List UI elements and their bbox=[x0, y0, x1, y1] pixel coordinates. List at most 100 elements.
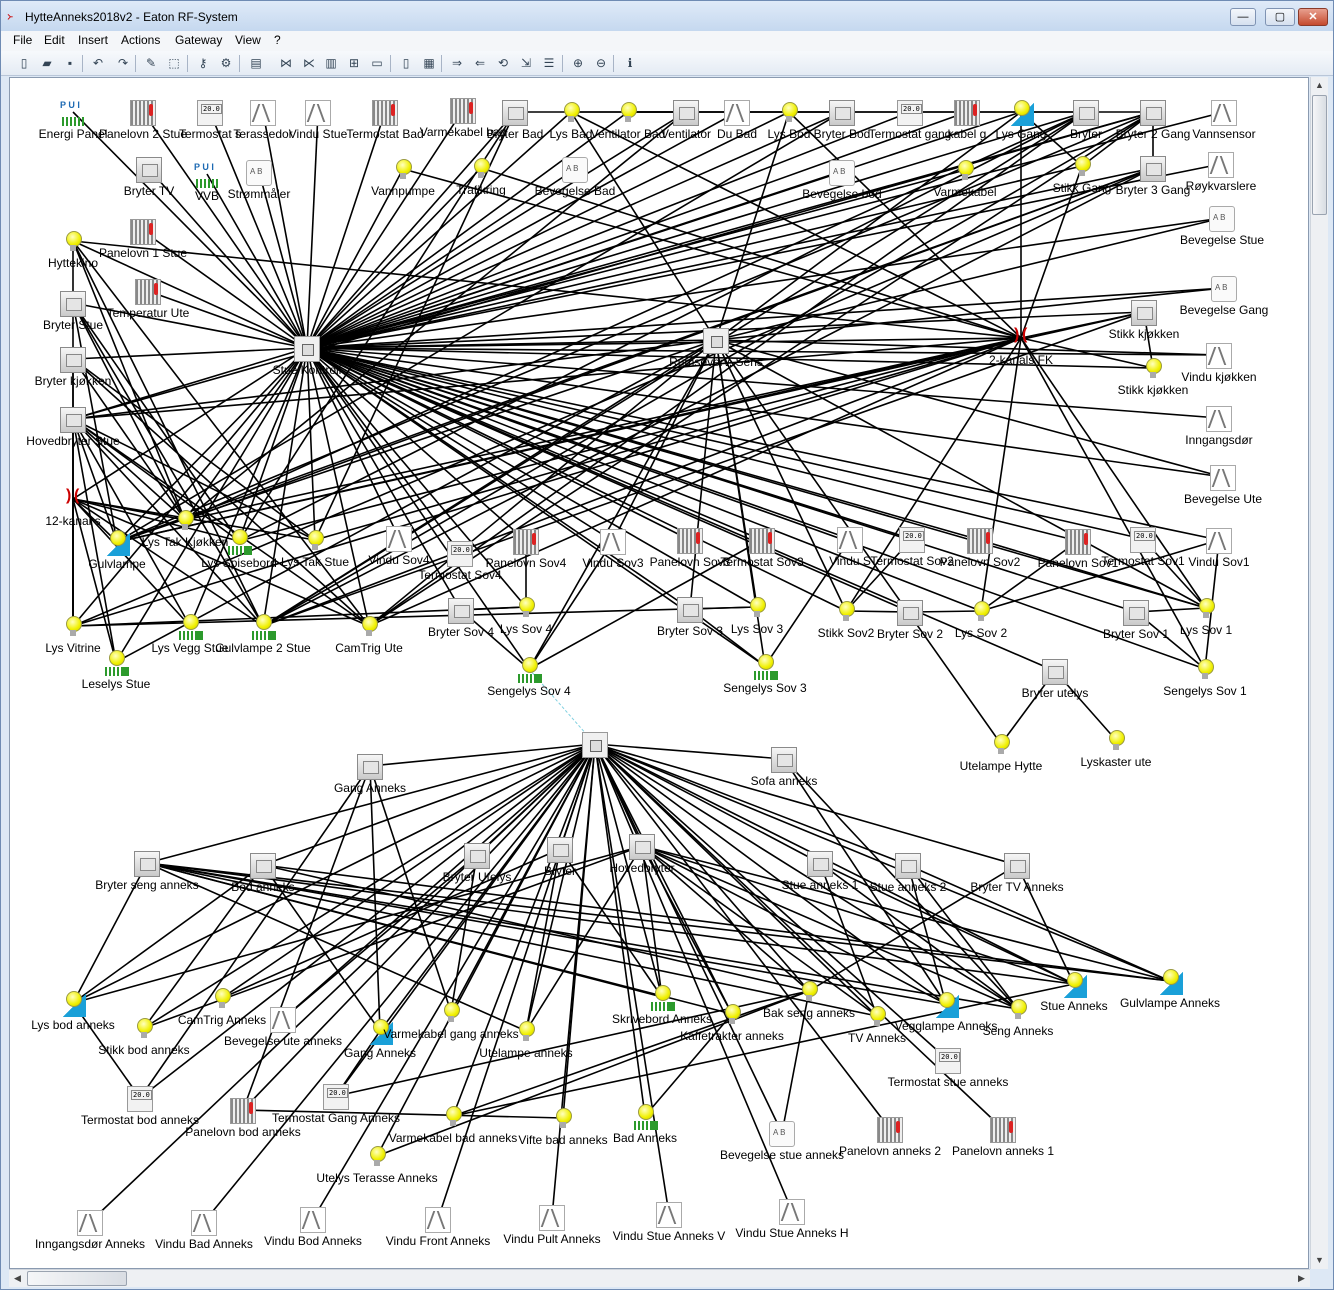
window-title: HytteAnneks2018v2 - Eaton RF-System bbox=[25, 10, 238, 24]
save-icon[interactable]: ▪ bbox=[61, 54, 79, 72]
connection-line bbox=[715, 111, 1022, 341]
monitor-icon[interactable]: ▭ bbox=[368, 54, 386, 72]
connection-line bbox=[369, 743, 596, 767]
document-icon[interactable]: ▯ bbox=[397, 54, 415, 72]
thermostat-icon bbox=[197, 100, 223, 126]
horizontal-scrollbar[interactable]: ◀ ▶ bbox=[9, 1269, 1310, 1287]
maximize-icon: ▢ bbox=[1274, 11, 1286, 23]
device-label: Stikk kjøkken bbox=[1117, 383, 1189, 397]
menu-file[interactable]: File bbox=[13, 33, 32, 47]
vertical-scroll-thumb[interactable] bbox=[1312, 95, 1327, 215]
heater-icon bbox=[967, 528, 993, 554]
lamp-icon bbox=[615, 100, 641, 126]
unlink-icon[interactable]: ⋉ bbox=[300, 54, 318, 72]
lamp-icon bbox=[302, 528, 328, 554]
network-diagram-canvas[interactable]: Energi PanelPanelovn 2 StueTermostat sTe… bbox=[9, 77, 1309, 1269]
scroll-up-icon[interactable]: ▲ bbox=[1311, 77, 1328, 94]
lamp-icon bbox=[60, 614, 86, 640]
switch-icon bbox=[629, 834, 655, 860]
device-label: Kaffetrakter anneks bbox=[680, 1029, 784, 1043]
edit-pencil-icon[interactable]: ✎ bbox=[142, 54, 160, 72]
undo-icon[interactable]: ↶ bbox=[89, 54, 107, 72]
switch-icon bbox=[547, 837, 573, 863]
window-contact-icon bbox=[779, 1199, 805, 1225]
title-bar[interactable]: ᚛ HytteAnneks2018v2 - Eaton RF-System — … bbox=[1, 1, 1333, 31]
menu-view[interactable]: View bbox=[235, 33, 261, 47]
switch-icon bbox=[829, 100, 855, 126]
grid-icon[interactable]: ▦ bbox=[420, 54, 438, 72]
send-icon[interactable]: ⇒ bbox=[448, 54, 466, 72]
menu-edit[interactable]: Edit bbox=[44, 33, 65, 47]
zoom-in-icon[interactable]: ⊕ bbox=[569, 54, 587, 72]
window-contact-icon bbox=[305, 100, 331, 126]
select-icon[interactable]: ⬚ bbox=[165, 54, 183, 72]
switch-icon bbox=[448, 598, 474, 624]
sync-icon[interactable]: ⟲ bbox=[494, 54, 512, 72]
heater-icon bbox=[954, 100, 980, 126]
scroll-left-icon[interactable]: ◀ bbox=[9, 1270, 26, 1287]
device-label: Vannsensor bbox=[1192, 127, 1256, 141]
window-contact-icon bbox=[837, 527, 863, 553]
zoom-out-icon[interactable]: ⊖ bbox=[592, 54, 610, 72]
close-button[interactable]: ✕ bbox=[1298, 8, 1328, 26]
scroll-right-icon[interactable]: ▶ bbox=[1293, 1270, 1310, 1287]
dimmer-lamp-icon bbox=[1008, 100, 1034, 126]
link-icon[interactable]: ⋈ bbox=[277, 54, 295, 72]
vertical-scrollbar[interactable]: ▲ ▼ bbox=[1310, 77, 1328, 1269]
motion-sensor-icon bbox=[562, 157, 588, 183]
device-label: Lyskaster ute bbox=[1080, 755, 1152, 769]
lamp-icon bbox=[968, 599, 994, 625]
window-contact-icon bbox=[1206, 528, 1232, 554]
dimmer-bars-icon bbox=[103, 650, 129, 676]
open-icon[interactable]: ▰ bbox=[38, 54, 56, 72]
heater-icon bbox=[677, 528, 703, 554]
device-label: Bevegelse Gang bbox=[1179, 303, 1269, 317]
new-icon[interactable]: ▯ bbox=[15, 54, 33, 72]
maximize-button[interactable]: ▢ bbox=[1265, 8, 1295, 26]
toolbar-separator bbox=[135, 55, 136, 72]
device-label: Stue Kontroll bbox=[272, 363, 342, 377]
dimmer-bars-icon bbox=[226, 529, 252, 555]
switch-icon bbox=[673, 100, 699, 126]
minimize-button[interactable]: — bbox=[1230, 8, 1256, 26]
list-icon[interactable]: ☰ bbox=[540, 54, 558, 72]
device-label: Panelovn bod anneks bbox=[185, 1125, 301, 1139]
motion-sensor-icon bbox=[829, 160, 855, 186]
window-contact-icon bbox=[1210, 465, 1236, 491]
device-label: Panelovn 1 Stue bbox=[98, 246, 188, 260]
device-label: Varmekabel gang anneks bbox=[383, 1027, 519, 1041]
connection-line bbox=[306, 111, 843, 349]
gateway-icon bbox=[582, 732, 608, 758]
minimize-icon: — bbox=[1237, 11, 1249, 23]
thermostat-icon bbox=[899, 527, 925, 553]
receive-icon[interactable]: ⇐ bbox=[471, 54, 489, 72]
device-icon[interactable]: ▤ bbox=[247, 54, 265, 72]
switch-icon bbox=[897, 600, 923, 626]
menu-insert[interactable]: Insert bbox=[78, 33, 108, 47]
scroll-down-icon[interactable]: ▼ bbox=[1311, 1252, 1328, 1269]
redo-icon[interactable]: ↷ bbox=[114, 54, 132, 72]
device-label: Bad Anneks bbox=[612, 1131, 678, 1145]
menu-gateway[interactable]: Gateway bbox=[175, 33, 222, 47]
switch-icon bbox=[357, 754, 383, 780]
energy-meter-icon bbox=[194, 162, 220, 188]
horizontal-scroll-thumb[interactable] bbox=[27, 1271, 127, 1286]
menu-help[interactable]: ? bbox=[274, 33, 281, 47]
device-label: Vindu kjøkken bbox=[1181, 370, 1257, 384]
lamp-icon bbox=[1069, 154, 1095, 180]
network-icon[interactable]: ⊞ bbox=[345, 54, 363, 72]
window-contact-icon bbox=[191, 1210, 217, 1236]
dimmer-lamp-icon bbox=[60, 991, 86, 1017]
device-label: Bryter kjøkken bbox=[34, 374, 112, 388]
connection-line bbox=[306, 111, 790, 349]
connection-line bbox=[72, 358, 370, 627]
config-icon[interactable]: ▥ bbox=[322, 54, 340, 72]
export-icon[interactable]: ⇲ bbox=[517, 54, 535, 72]
thermostat-icon bbox=[935, 1048, 961, 1074]
key-icon[interactable]: ⚷ bbox=[194, 54, 212, 72]
device-label: Bevegelse Ute bbox=[1183, 492, 1263, 506]
settings-icon[interactable]: ⚙ bbox=[217, 54, 235, 72]
menu-bar: File Edit Insert Actions Gateway View? bbox=[1, 31, 1333, 51]
info-icon[interactable]: ℹ bbox=[621, 54, 639, 72]
menu-actions[interactable]: Actions bbox=[121, 33, 160, 47]
